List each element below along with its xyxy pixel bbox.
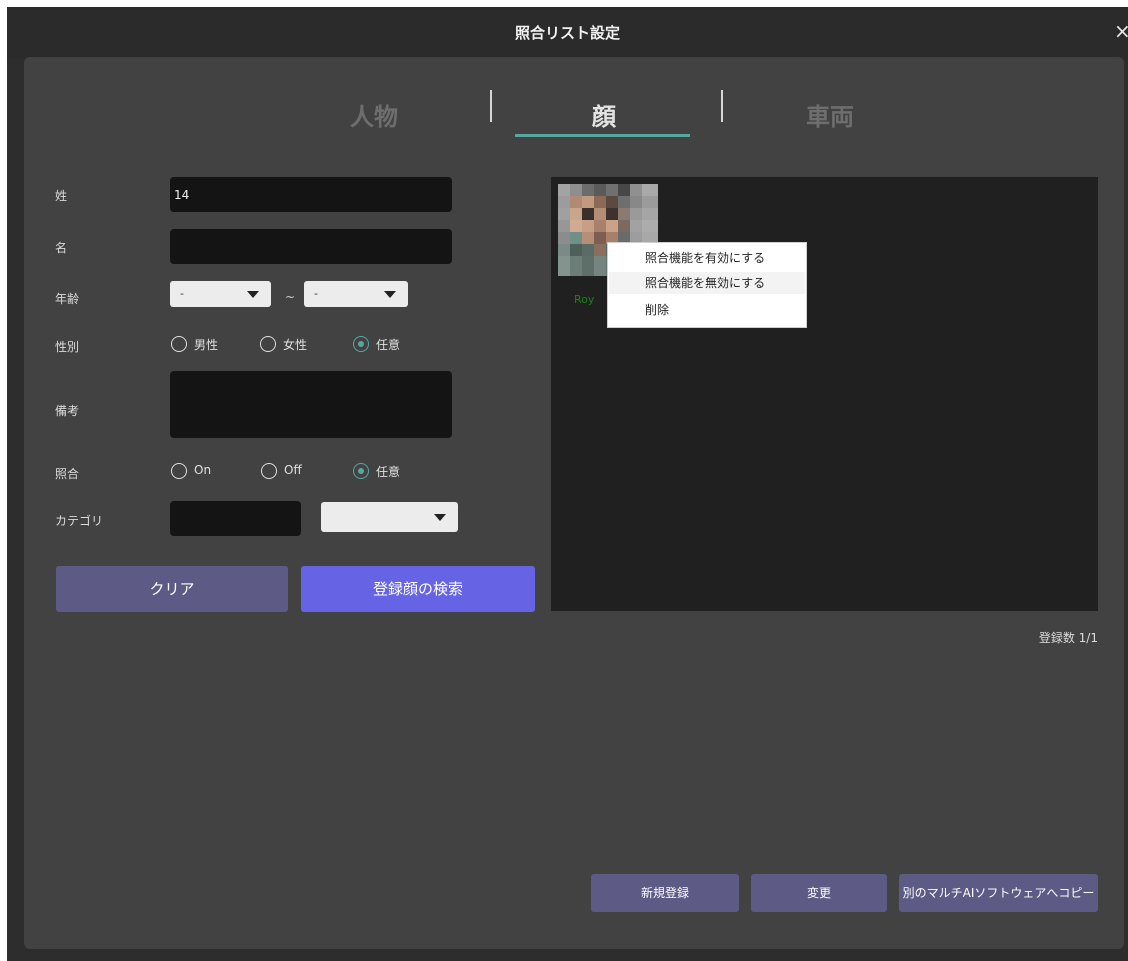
age-to-dropdown[interactable]: - [304,281,408,307]
registration-count: 登録数 1/1 [1038,631,1098,645]
radio-checked-icon [353,463,369,479]
radio-checked-icon [353,336,369,352]
clear-button[interactable]: クリア [56,566,288,612]
change-button[interactable]: 変更 [751,874,887,912]
menu-item-disable-matching[interactable]: 照合機能を無効にする [609,272,805,294]
matching-label: 照合 [55,467,80,481]
main-panel: 人物 顔 車両 姓 名 年齢 - ~ - 性別 男性 女性 [24,57,1124,949]
last-name-field[interactable] [170,177,452,212]
category-field[interactable] [170,501,301,536]
age-from-value: - [180,287,184,300]
active-tab-indicator [515,134,690,137]
gender-female-label: 女性 [283,338,308,352]
remarks-label: 備考 [55,404,80,418]
matching-any-radio[interactable]: 任意 [353,463,423,481]
gender-label: 性別 [55,340,80,354]
tab-divider [721,90,723,122]
dialog-window: 照合リスト設定 × 人物 顔 車両 姓 名 年齢 - ~ - 性別 男性 [7,7,1128,961]
age-to-value: - [314,287,318,300]
matching-on-label: On [194,463,212,477]
gender-male-radio[interactable]: 男性 [171,336,241,354]
chevron-down-icon [434,514,446,521]
face-item-name: Roy [574,293,595,306]
category-dropdown[interactable] [321,502,458,532]
matching-off-label: Off [284,463,302,477]
matching-off-radio[interactable]: Off [261,463,331,481]
radio-unchecked-icon [260,336,276,352]
search-registered-faces-button[interactable]: 登録顔の検索 [301,566,535,612]
gender-any-radio[interactable]: 任意 [353,336,423,354]
context-menu: 照合機能を有効にする 照合機能を無効にする 削除 [607,242,807,328]
radio-unchecked-icon [171,336,187,352]
tab-person[interactable]: 人物 [334,97,414,132]
matching-any-label: 任意 [376,465,401,479]
tab-face[interactable]: 顔 [564,97,644,132]
gender-male-label: 男性 [194,338,219,352]
first-name-field[interactable] [170,229,452,264]
last-name-label: 姓 [55,189,68,203]
radio-unchecked-icon [171,463,187,479]
tab-divider [490,90,492,122]
remarks-field[interactable] [170,371,452,438]
age-from-dropdown[interactable]: - [170,281,271,307]
chevron-down-icon [247,291,259,298]
menu-item-delete[interactable]: 削除 [609,299,805,321]
matching-on-radio[interactable]: On [171,463,241,481]
radio-unchecked-icon [261,463,277,479]
category-label: カテゴリ [55,514,104,528]
face-gallery: Roy 照合機能を有効にする 照合機能を無効にする 削除 [551,177,1098,611]
dialog-title: 照合リスト設定 [514,24,620,42]
menu-item-enable-matching[interactable]: 照合機能を有効にする [609,247,805,269]
gender-female-radio[interactable]: 女性 [260,336,330,354]
age-label: 年齢 [55,292,80,306]
age-range-separator: ~ [285,290,296,304]
tab-vehicle[interactable]: 車両 [790,97,870,132]
new-register-button[interactable]: 新規登録 [591,874,739,912]
gender-any-label: 任意 [376,338,401,352]
chevron-down-icon [384,291,396,298]
first-name-label: 名 [55,241,68,255]
title-bar: 照合リスト設定 × [7,7,1128,59]
copy-to-other-software-button[interactable]: 別のマルチAIソフトウェアへコピー [899,874,1098,912]
close-icon[interactable]: × [1114,19,1128,43]
